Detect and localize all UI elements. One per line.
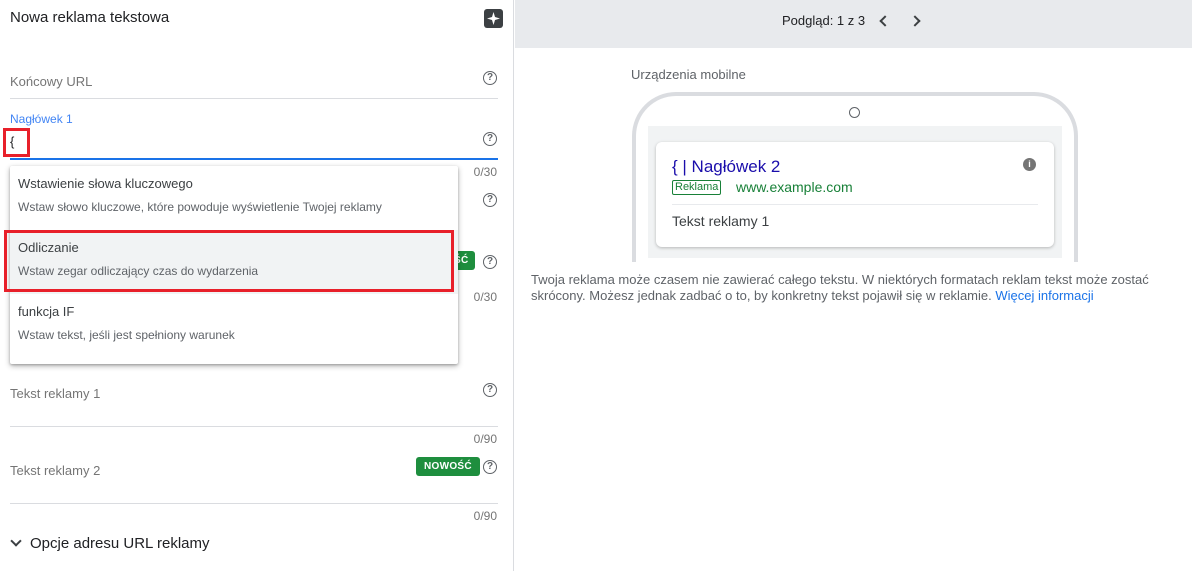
- headline3-counter: 0/30: [473, 290, 497, 304]
- ad-divider: [672, 204, 1038, 205]
- help-icon[interactable]: ?: [483, 383, 497, 397]
- dropdown-item-desc: Wstaw słowo kluczowe, które powoduje wyś…: [18, 200, 382, 214]
- headline1-label: Nagłówek 1: [10, 112, 73, 126]
- headline1-underline: [10, 158, 498, 160]
- help-icon[interactable]: ?: [483, 193, 497, 207]
- info-icon[interactable]: i: [1023, 158, 1036, 171]
- help-icon[interactable]: ?: [483, 255, 497, 269]
- help-icon[interactable]: ?: [483, 460, 497, 474]
- body2-counter: 0/90: [473, 509, 497, 523]
- ad-preview-card: { | Nagłówek 2 i Reklama www.example.com…: [656, 142, 1054, 247]
- device-label: Urządzenia mobilne: [631, 67, 746, 82]
- help-icon[interactable]: ?: [483, 132, 497, 146]
- chevron-right-icon[interactable]: [909, 15, 921, 27]
- phone-camera: [849, 107, 860, 118]
- chevron-down-icon: [10, 535, 22, 547]
- learn-more-link[interactable]: Więcej informacji: [995, 288, 1093, 303]
- ad-url: www.example.com: [736, 179, 853, 195]
- body2-label: Tekst reklamy 2: [10, 463, 101, 478]
- dropdown-item-title: funkcja IF: [18, 304, 75, 319]
- preview-counter: Podgląd: 1 z 3: [782, 13, 866, 28]
- final-url-label: Końcowy URL: [10, 74, 93, 89]
- dropdown-item-desc: Wstaw tekst, jeśli jest spełniony warune…: [18, 328, 235, 342]
- dropdown-item-title: Wstawienie słowa kluczowego: [18, 176, 193, 191]
- ad-headline: { | Nagłówek 2: [672, 157, 781, 176]
- help-icon[interactable]: ?: [483, 71, 497, 85]
- body1-underline: [10, 426, 498, 427]
- body1-counter: 0/90: [473, 432, 497, 446]
- body2-underline: [10, 503, 498, 504]
- input-highlight-box: [3, 128, 30, 157]
- preview-toolbar: Podgląd: 1 z 3: [515, 0, 1192, 48]
- url-options-label: Opcje adresu URL reklamy: [30, 535, 210, 552]
- dropdown-item-keyword[interactable]: Wstawienie słowa kluczowego Wstaw słowo …: [10, 166, 458, 230]
- panel-title: Nowa reklama tekstowa: [10, 9, 170, 26]
- new-badge: NOWOŚĆ: [416, 457, 480, 476]
- ad-editor-panel: Nowa reklama tekstowa Końcowy URL ? Nagł…: [0, 0, 514, 571]
- final-url-underline: [10, 98, 498, 99]
- chevron-left-icon[interactable]: [879, 15, 891, 27]
- preview-panel: Podgląd: 1 z 3 Urządzenia mobilne { | Na…: [515, 0, 1192, 571]
- headline1-counter: 0/30: [473, 165, 497, 179]
- ad-body: Tekst reklamy 1: [672, 213, 770, 229]
- body1-label: Tekst reklamy 1: [10, 386, 101, 401]
- url-options-toggle[interactable]: Opcje adresu URL reklamy: [10, 535, 210, 552]
- preview-note: Twoja reklama może czasem nie zawierać c…: [531, 272, 1171, 304]
- sparkle-icon[interactable]: [484, 9, 503, 28]
- ad-badge: Reklama: [672, 180, 722, 195]
- countdown-highlight-box: [4, 230, 454, 292]
- dropdown-item-if-function[interactable]: funkcja IF Wstaw tekst, jeśli jest spełn…: [10, 294, 458, 358]
